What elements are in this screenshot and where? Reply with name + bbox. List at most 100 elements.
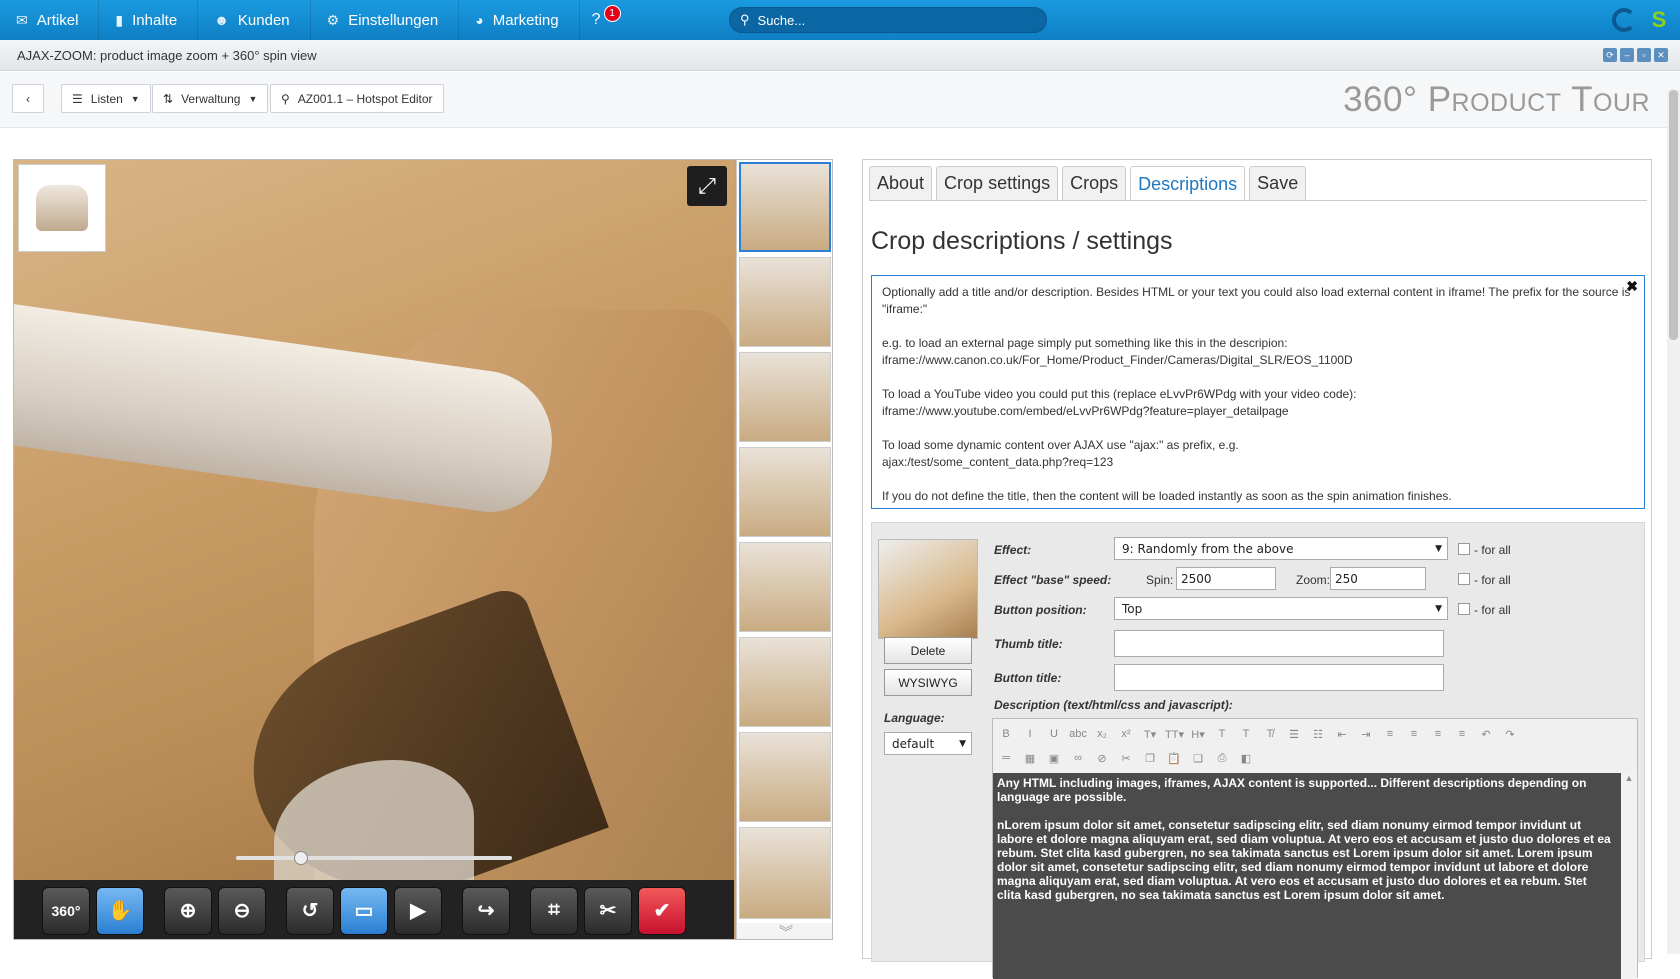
effect-select[interactable]: 9: Randomly from the above ▼	[1114, 537, 1448, 560]
spin-slider[interactable]	[236, 851, 512, 865]
crop-thumbnail[interactable]	[739, 257, 831, 347]
align-right-icon[interactable]: ≡	[1429, 728, 1447, 740]
scrollbar-thumb[interactable]	[1669, 90, 1678, 340]
nav-inhalte[interactable]: ▮ Inhalte	[99, 0, 199, 40]
copy-icon[interactable]: ❐	[1141, 752, 1159, 765]
editor-scrollbar[interactable]: ▲	[1621, 773, 1637, 979]
outdent-icon[interactable]: ⇤	[1333, 728, 1351, 741]
search-input[interactable]: ⚲ Suche...	[729, 7, 1047, 33]
fullscreen-button[interactable]: ⤢	[687, 166, 727, 206]
tab-crop-settings[interactable]: Crop settings	[936, 166, 1059, 200]
crop-thumbnail[interactable]	[739, 162, 831, 252]
wysiwyg-button[interactable]: WYSIWYG	[884, 669, 972, 696]
hr-icon[interactable]: ═	[997, 752, 1015, 764]
superscript-icon[interactable]: x²	[1117, 728, 1135, 740]
refresh-window-icon[interactable]: ⟳	[1603, 48, 1617, 62]
tab-about[interactable]: About	[869, 166, 933, 200]
numbered-list-icon[interactable]: ☷	[1309, 728, 1327, 741]
effect-for-all-checkbox[interactable]	[1458, 543, 1470, 555]
page-scrollbar[interactable]	[1667, 90, 1680, 954]
zoom-speed-input[interactable]: 250	[1330, 567, 1426, 590]
editor-content[interactable]: Any HTML including images, iframes, AJAX…	[993, 773, 1637, 979]
tab-crops[interactable]: Crops	[1062, 166, 1127, 200]
bold-icon[interactable]: B	[997, 728, 1015, 740]
underline-icon[interactable]: U	[1045, 728, 1063, 740]
format-icon[interactable]: T	[1213, 728, 1231, 740]
back-button[interactable]: ‹	[12, 84, 44, 113]
italic-icon[interactable]: I	[1021, 728, 1039, 740]
justify-icon[interactable]: ≡	[1453, 728, 1471, 740]
shopware-logo-icon[interactable]: S	[1646, 7, 1672, 33]
minimize-window-icon[interactable]: –	[1620, 48, 1634, 62]
zoom-out-button[interactable]: ⊖	[218, 886, 266, 935]
product-image[interactable]	[14, 160, 734, 880]
redo-icon[interactable]: ↷	[1501, 728, 1519, 741]
spin-360-button[interactable]: 360°	[42, 886, 90, 935]
nav-marketing[interactable]: ◕ Marketing	[459, 0, 580, 40]
button-position-select[interactable]: Top ▼	[1114, 597, 1448, 620]
nav-artikel[interactable]: ✉ Artikel	[0, 0, 100, 40]
info-line: iframe://www.canon.co.uk/For_Home/Produc…	[882, 353, 1353, 367]
speed-for-all-checkbox[interactable]	[1458, 573, 1470, 585]
thumb-title-input[interactable]	[1114, 630, 1444, 657]
crop-thumbnail[interactable]	[739, 637, 831, 727]
clear-format-icon[interactable]: T̸	[1261, 728, 1279, 740]
redo-button[interactable]: ↪	[462, 886, 510, 935]
crop-thumbnail[interactable]	[739, 542, 831, 632]
print-icon[interactable]: ⎙	[1213, 752, 1231, 765]
indent-icon[interactable]: ⇥	[1357, 728, 1375, 741]
crop-thumbnail[interactable]	[739, 827, 831, 919]
strikethrough-icon[interactable]: abc	[1069, 728, 1087, 740]
table-icon[interactable]: ▦	[1021, 752, 1039, 765]
spin-slider-handle[interactable]	[294, 851, 308, 865]
nav-einstellungen[interactable]: ⚙ Einstellungen	[311, 0, 460, 40]
maximize-window-icon[interactable]: ▫	[1637, 48, 1651, 62]
crop-thumbnail[interactable]	[739, 352, 831, 442]
tab-save[interactable]: Save	[1249, 166, 1307, 200]
crop-thumbnail[interactable]	[739, 447, 831, 537]
font-size-icon[interactable]: TT▾	[1165, 728, 1184, 741]
shopware-id-icon[interactable]	[1612, 8, 1636, 32]
tools-button[interactable]: ✂	[584, 886, 632, 935]
paste-text-icon[interactable]: ❏	[1189, 752, 1207, 765]
align-left-icon[interactable]: ≡	[1381, 728, 1399, 740]
font-icon[interactable]: T▾	[1141, 728, 1159, 741]
reset-button[interactable]: ↺	[286, 886, 334, 935]
close-icon[interactable]: ✖	[1626, 278, 1638, 295]
subscript-icon[interactable]: x₂	[1093, 728, 1111, 740]
location-breadcrumb[interactable]: ⚲ AZ001.1 – Hotspot Editor	[270, 84, 444, 113]
fit-screen-button[interactable]: ▭	[340, 886, 388, 935]
paste-icon[interactable]: 📋	[1165, 752, 1183, 765]
image-icon[interactable]: ▣	[1045, 752, 1063, 765]
crop-button[interactable]: ⌗	[530, 886, 578, 935]
tab-descriptions[interactable]: Descriptions	[1130, 166, 1246, 201]
position-for-all-checkbox[interactable]	[1458, 603, 1470, 615]
navigator-thumbnail[interactable]	[18, 164, 106, 252]
delete-button[interactable]: Delete	[884, 637, 972, 664]
cut-icon[interactable]: ✂	[1117, 752, 1135, 765]
color-icon[interactable]: T	[1237, 728, 1255, 740]
spin-speed-input[interactable]: 2500	[1176, 567, 1276, 590]
strip-scroll-down-icon[interactable]: ︾	[737, 923, 832, 939]
undo-icon[interactable]: ↶	[1477, 728, 1495, 741]
zoom-viewer[interactable]: ⤢ ︾ 360° ✋ ⊕ ⊖ ↺ ▭ ▶ ↪ ⌗ ✂ ✔	[13, 159, 833, 940]
source-code-icon[interactable]: ◧	[1237, 752, 1255, 765]
zoom-in-button[interactable]: ⊕	[164, 886, 212, 935]
close-window-icon[interactable]: ✕	[1654, 48, 1668, 62]
bullet-list-icon[interactable]: ☰	[1285, 728, 1303, 741]
nav-kunden[interactable]: ☻ Kunden	[198, 0, 311, 40]
language-select[interactable]: default ▼	[884, 732, 972, 755]
button-title-input[interactable]	[1114, 664, 1444, 691]
confirm-button[interactable]: ✔	[638, 886, 686, 935]
crop-thumbnail-strip[interactable]: ︾	[736, 160, 832, 939]
unlink-icon[interactable]: ⊘	[1093, 752, 1111, 765]
listen-dropdown[interactable]: ☰ Listen ▼	[61, 84, 151, 113]
align-center-icon[interactable]: ≡	[1405, 728, 1423, 740]
help-button[interactable]: ? 1	[580, 0, 621, 40]
pan-hand-button[interactable]: ✋	[96, 886, 144, 935]
crop-thumbnail[interactable]	[739, 732, 831, 822]
link-icon[interactable]: ∞	[1069, 752, 1087, 764]
verwaltung-dropdown[interactable]: ⇅ Verwaltung ▼	[152, 84, 269, 113]
heading-icon[interactable]: H▾	[1189, 728, 1207, 741]
play-button[interactable]: ▶	[394, 886, 442, 935]
